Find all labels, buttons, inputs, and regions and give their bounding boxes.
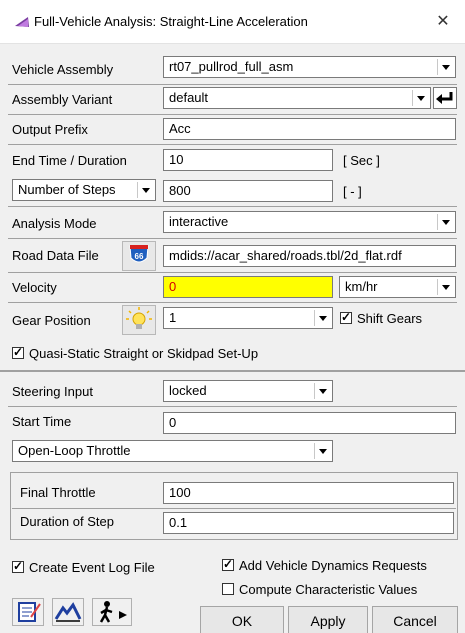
steering-input-value: locked [169,383,207,398]
velocity-units-value: km/hr [345,279,378,294]
checkbox-icon[interactable] [12,345,24,359]
gear-helper-button[interactable] [122,305,156,335]
quasi-static-checkbox[interactable]: Quasi-Static Straight or Skidpad Set-Up [12,345,259,361]
assembly-variant-value: default [169,90,209,105]
velocity-label: Velocity [12,280,57,295]
quasi-static-label: Quasi-Static Straight or Skidpad Set-Up [29,346,259,361]
road-data-input[interactable]: mdids://acar_shared/roads.tbl/2d_flat.rd… [163,245,456,267]
checkbox-icon[interactable] [340,310,352,324]
analysis-mode-value: interactive [169,214,229,229]
ok-button[interactable]: OK [200,606,284,633]
create-event-log-label: Create Event Log File [29,560,155,575]
lightbulb-icon [126,307,152,329]
velocity-units-select[interactable]: km/hr [339,276,456,298]
duration-of-step-label: Duration of Step [20,514,114,529]
velocity-input[interactable]: 0 [163,276,333,298]
divider [8,406,457,407]
divider [12,508,456,509]
divider [8,144,457,145]
chevron-down-icon[interactable] [437,214,453,230]
steering-input-label: Steering Input [12,384,93,399]
assembly-variant-select[interactable]: default [163,87,431,109]
divider [8,272,457,273]
chevron-down-icon[interactable] [412,90,428,106]
steps-units: [ - ] [343,184,362,199]
throttle-mode-value: Open-Loop Throttle [18,443,131,458]
chevron-down-icon[interactable] [437,59,453,75]
end-time-label: End Time / Duration [12,153,127,168]
compute-char-checkbox[interactable]: Compute Characteristic Values [222,582,417,597]
final-throttle-label: Final Throttle [20,485,96,500]
checkbox-icon[interactable] [222,583,234,595]
window-title: Full-Vehicle Analysis: Straight-Line Acc… [34,14,308,29]
divider [8,238,457,239]
output-prefix-input[interactable]: Acc [163,118,456,140]
vehicle-assembly-select[interactable]: rt07_pullrod_full_asm [163,56,456,78]
throttle-mode-select[interactable]: Open-Loop Throttle [12,440,333,462]
chevron-down-icon[interactable] [137,182,153,198]
window-titlebar: Full-Vehicle Analysis: Straight-Line Acc… [0,0,465,44]
road-sign-icon: 66 [129,245,149,263]
gear-position-select[interactable]: 1 [163,307,333,329]
chevron-down-icon[interactable] [314,310,330,326]
measure-button[interactable] [52,598,84,626]
final-throttle-input[interactable]: 100 [163,482,454,504]
steps-input[interactable]: 800 [163,180,333,202]
divider [8,302,457,303]
chevron-down-icon[interactable] [314,443,330,459]
vehicle-assembly-value: rt07_pullrod_full_asm [169,59,294,74]
chevron-down-icon[interactable] [437,279,453,295]
checkbox-icon[interactable] [222,557,234,571]
assembly-variant-label: Assembly Variant [12,92,113,107]
compute-char-label: Compute Characteristic Values [239,582,418,597]
steering-input-select[interactable]: locked [163,380,333,402]
add-vdr-checkbox[interactable]: Add Vehicle Dynamics Requests [222,557,427,573]
gear-position-label: Gear Position [12,313,91,328]
divider [8,206,457,207]
return-icon [436,92,453,104]
checkbox-icon[interactable] [12,559,24,573]
road-browse-button[interactable]: 66 [122,241,156,271]
end-time-units: [ Sec ] [343,153,380,168]
shift-gears-checkbox[interactable]: Shift Gears [340,310,423,326]
close-button[interactable]: ✕ [431,10,455,34]
return-button[interactable] [433,87,457,109]
vehicle-assembly-label: Vehicle Assembly [12,62,114,77]
vehicle-icon [15,17,29,27]
gear-position-value: 1 [169,310,177,325]
output-prefix-label: Output Prefix [12,122,88,137]
apply-button[interactable]: Apply [288,606,368,633]
start-time-label: Start Time [12,414,72,429]
divider [8,114,457,115]
notepad-icon [18,602,41,622]
road-sign-text: 66 [135,252,144,261]
steps-mode-value: Number of Steps [18,182,116,197]
add-vdr-label: Add Vehicle Dynamics Requests [239,558,427,573]
steps-mode-select[interactable]: Number of Steps [12,179,156,201]
road-data-label: Road Data File [12,248,99,263]
close-icon: ✕ [436,13,450,30]
create-event-log-checkbox[interactable]: Create Event Log File [12,559,155,575]
duration-of-step-input[interactable]: 0.1 [163,512,454,534]
chevron-down-icon[interactable] [314,383,330,399]
shift-gears-label: Shift Gears [357,311,423,326]
notes-button[interactable] [12,598,44,626]
cancel-button[interactable]: Cancel [372,606,458,633]
start-time-input[interactable]: 0 [163,412,456,434]
analysis-mode-label: Analysis Mode [12,216,97,231]
analysis-mode-select[interactable]: interactive [163,211,456,233]
pedestrian-icon [99,601,127,623]
driver-button[interactable] [92,598,132,626]
section-separator [0,370,465,372]
measure-icon [54,602,82,622]
divider [8,84,457,85]
end-time-input[interactable]: 10 [163,149,333,171]
